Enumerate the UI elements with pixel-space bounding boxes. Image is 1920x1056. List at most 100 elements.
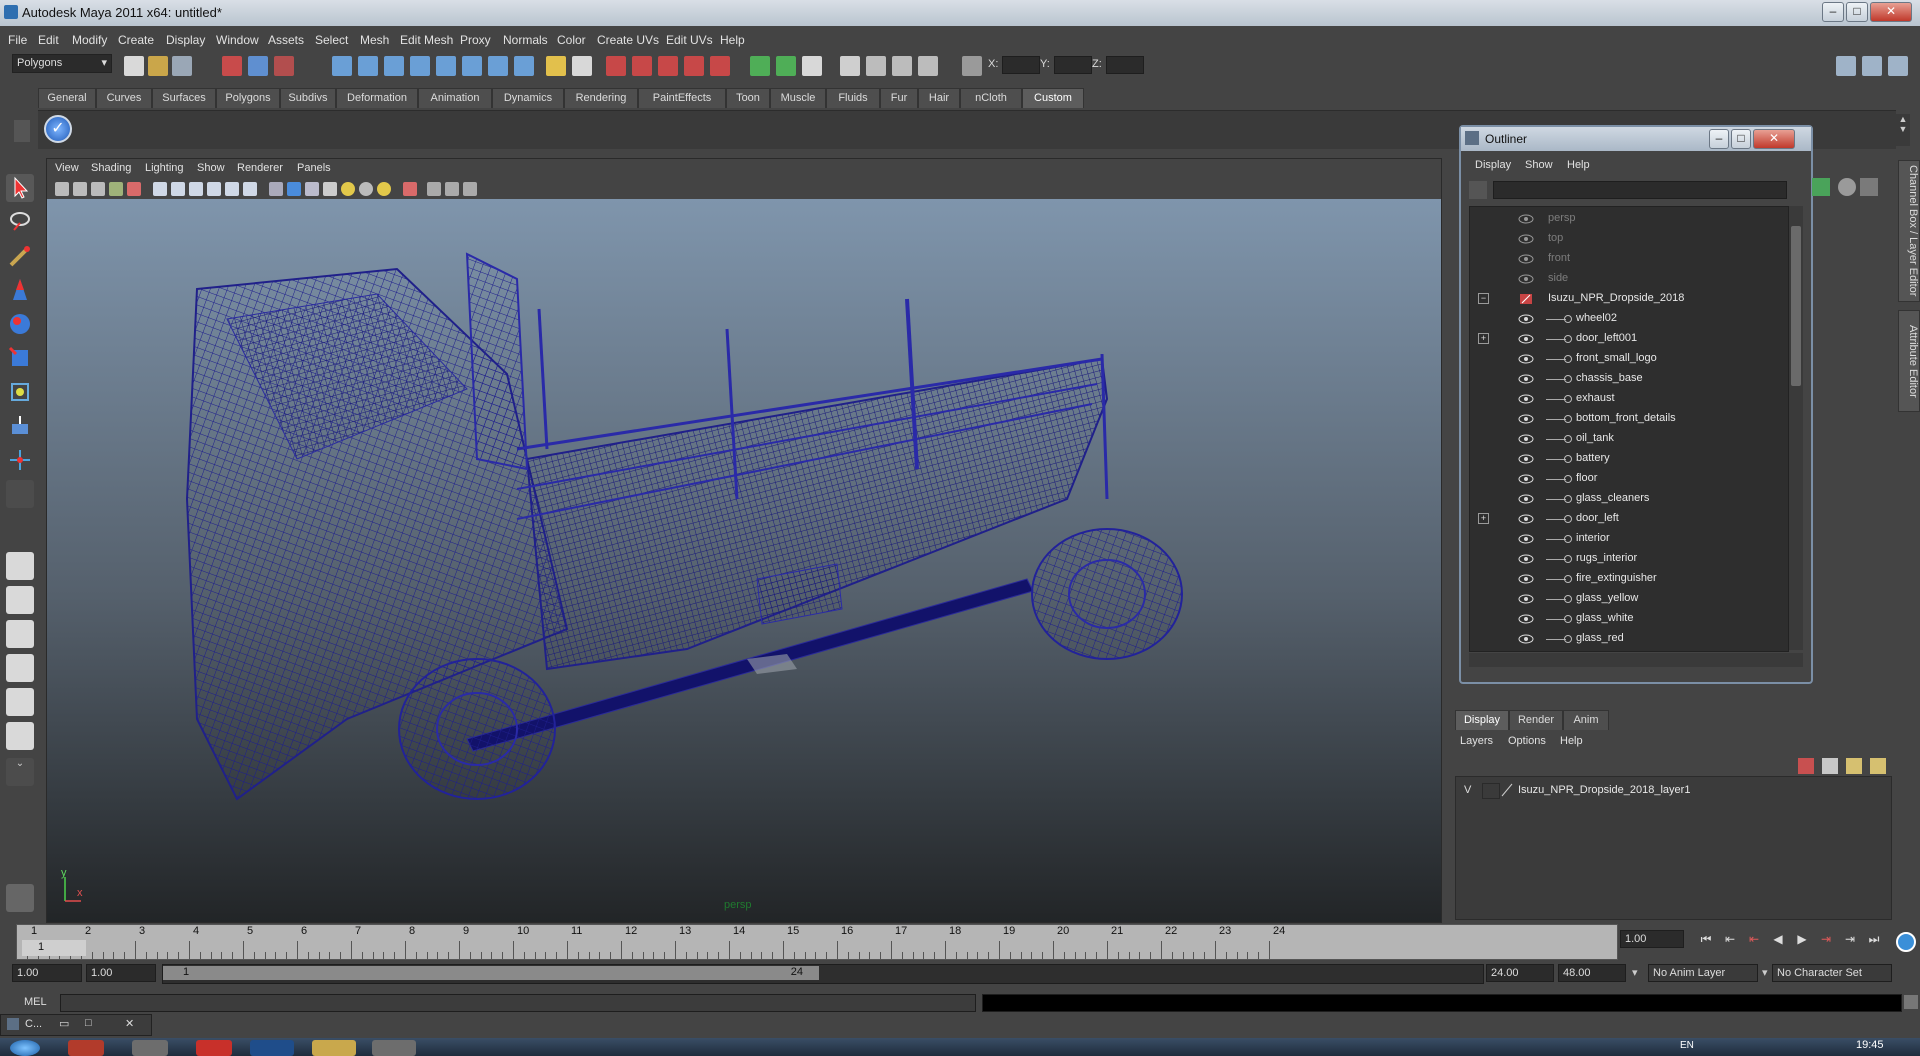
single-perspective-layout-icon[interactable] <box>6 552 34 580</box>
shadows-icon[interactable] <box>359 182 373 196</box>
resolution-gate-icon[interactable] <box>189 182 203 196</box>
browser-taskbar-icon[interactable] <box>68 1040 104 1056</box>
end-time-field[interactable]: 48.00 <box>1558 964 1626 982</box>
minimized-window[interactable]: C... ▭ □ ✕ <box>0 1014 152 1036</box>
shelf-tab-rendering[interactable]: Rendering <box>564 88 638 108</box>
step-back-frame-icon[interactable]: ⇤ <box>1720 930 1740 948</box>
image-plane-icon[interactable] <box>109 182 123 196</box>
shelf-tab-animation[interactable]: Animation <box>418 88 492 108</box>
anim-layer-dropdown[interactable]: No Anim Layer <box>1648 964 1758 982</box>
tool-settings-toggle-icon[interactable] <box>1862 56 1882 76</box>
menu-mesh[interactable]: Mesh <box>360 33 389 47</box>
menu-create-uvs[interactable]: Create UVs <box>597 33 659 47</box>
attribute-editor-toggle-icon[interactable] <box>1836 56 1856 76</box>
selection-mask-icon[interactable] <box>572 56 592 76</box>
outliner-filter-icon[interactable] <box>1469 181 1487 199</box>
expand-icon[interactable]: + <box>1478 333 1489 344</box>
channel-box-mode-icon[interactable] <box>1838 178 1856 196</box>
outliner-item[interactable]: wheel02 <box>1470 309 1786 329</box>
step-forward-key-icon[interactable]: ⇥ <box>1816 930 1836 948</box>
create-layer-from-selected-icon[interactable] <box>1870 758 1886 774</box>
go-to-end-icon[interactable]: ⏭ <box>1864 930 1884 948</box>
xray-joints-icon[interactable] <box>445 182 459 196</box>
outliner-item[interactable]: battery <box>1470 449 1786 469</box>
rotate-tool-icon[interactable] <box>6 310 34 338</box>
move-tool-icon[interactable] <box>6 276 34 304</box>
vp-menu-renderer[interactable]: Renderer <box>237 162 283 174</box>
select-component-icon[interactable] <box>274 56 294 76</box>
shelf-tab-toon[interactable]: Toon <box>726 88 770 108</box>
select-tool-icon[interactable] <box>6 174 34 202</box>
show-manipulator-icon[interactable] <box>6 446 34 474</box>
menu-color[interactable]: Color <box>557 33 586 47</box>
snap-point-icon[interactable] <box>384 56 404 76</box>
character-set-dropdown[interactable]: No Character Set <box>1772 964 1892 982</box>
layer-row[interactable]: V Isuzu_NPR_Dropside_2018_layer1 <box>1456 781 1889 801</box>
layer-tab-display[interactable]: Display <box>1455 710 1509 730</box>
render-settings-icon[interactable] <box>684 56 704 76</box>
shelf-tab-surfaces[interactable]: Surfaces <box>152 88 216 108</box>
high-quality-icon[interactable] <box>377 182 391 196</box>
snapshot-icon[interactable] <box>892 56 912 76</box>
menu-normals[interactable]: Normals <box>503 33 548 47</box>
hypershade-icon[interactable] <box>710 56 730 76</box>
bookmarks-icon[interactable] <box>91 182 105 196</box>
layout-more-icon[interactable]: ⌄ <box>6 758 34 786</box>
outliner-menu-display[interactable]: Display <box>1475 159 1511 171</box>
menu-proxy[interactable]: Proxy <box>460 33 491 47</box>
menu-window[interactable]: Window <box>216 33 259 47</box>
isolate-select-icon[interactable] <box>403 182 417 196</box>
field-chart-icon[interactable] <box>225 182 239 196</box>
outliner-horizontal-scrollbar[interactable] <box>1469 653 1803 667</box>
layer-visibility-toggle[interactable]: V <box>1464 784 1480 796</box>
language-indicator[interactable]: EN <box>1680 1040 1694 1051</box>
step-back-key-icon[interactable]: ⇤ <box>1744 930 1764 948</box>
help-icon[interactable] <box>514 56 534 76</box>
move-layer-up-icon[interactable] <box>1798 758 1814 774</box>
shelf-tab-general[interactable]: General <box>38 88 96 108</box>
outliner-item[interactable]: bottom_front_details <box>1470 409 1786 429</box>
channel-box-toggle-icon[interactable] <box>1888 56 1908 76</box>
close-button[interactable]: ✕ <box>1870 2 1912 22</box>
snap-live-icon[interactable] <box>488 56 508 76</box>
restore-icon[interactable]: ▭ <box>59 1017 69 1030</box>
outliner-item[interactable]: interior <box>1470 529 1786 549</box>
viewport-scene[interactable]: y x persp <box>47 199 1441 922</box>
channel-box-edit-icon[interactable] <box>1860 178 1878 196</box>
go-to-start-icon[interactable]: ⏮ <box>1696 930 1716 948</box>
show-hide-icon[interactable] <box>802 56 822 76</box>
transform-mode-icon[interactable] <box>962 56 982 76</box>
minimize-button[interactable]: – <box>1822 2 1844 22</box>
start-button-icon[interactable] <box>10 1040 40 1056</box>
layer-type-toggle[interactable] <box>1482 783 1500 799</box>
lasso-hand-icon[interactable] <box>6 884 34 912</box>
xray-icon[interactable] <box>427 182 441 196</box>
time-slider[interactable]: 1 2 3 4 5 6 7 8 9 10 11 12 13 14 15 16 17 18 19 20 21 22 23 24 <box>16 924 1618 960</box>
playback-start-field[interactable]: 1.00 <box>86 964 156 982</box>
auto-key-icon[interactable] <box>1896 932 1916 952</box>
outliner-item[interactable]: side <box>1470 269 1786 289</box>
shelf-tab-fluids[interactable]: Fluids <box>826 88 880 108</box>
new-scene-icon[interactable] <box>124 56 144 76</box>
expand-icon[interactable]: + <box>1478 513 1489 524</box>
snap-curve-icon[interactable] <box>358 56 378 76</box>
lock-icon[interactable] <box>546 56 566 76</box>
outliner-item[interactable]: + door_left <box>1470 509 1786 529</box>
open-scene-icon[interactable] <box>148 56 168 76</box>
render-region-icon[interactable] <box>866 56 886 76</box>
shelf-tab-subdivs[interactable]: Subdivs <box>280 88 336 108</box>
outliner-item[interactable]: persp <box>1470 209 1786 229</box>
photoshop-taskbar-icon[interactable] <box>250 1040 294 1056</box>
wireframe-shading-icon[interactable] <box>269 182 283 196</box>
outliner-item[interactable]: chassis_base <box>1470 369 1786 389</box>
paint-select-tool-icon[interactable] <box>6 242 34 270</box>
maya-active-taskbar-icon[interactable] <box>372 1040 416 1056</box>
menu-edit-mesh[interactable]: Edit Mesh <box>400 33 453 47</box>
outliner-item[interactable]: exhaust <box>1470 389 1786 409</box>
vp-menu-lighting[interactable]: Lighting <box>145 162 184 174</box>
current-frame-marker[interactable]: 1 <box>22 940 86 956</box>
outliner-item[interactable]: front <box>1470 249 1786 269</box>
persp-graph-layout-icon[interactable] <box>6 654 34 682</box>
select-hierarchy-icon[interactable] <box>222 56 242 76</box>
snap-grid-icon[interactable] <box>332 56 352 76</box>
